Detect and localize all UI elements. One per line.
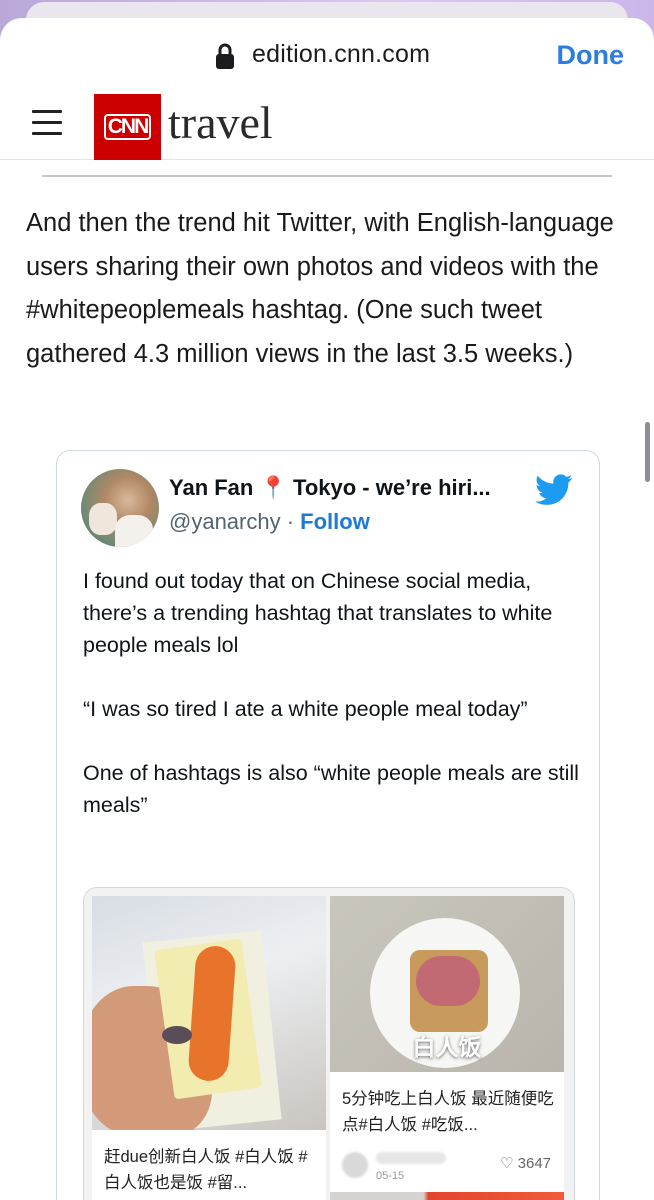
- media-meta-2: 05-15 ♡ 3647: [342, 1148, 557, 1188]
- media-photo-1: [92, 896, 326, 1130]
- hamburger-menu-icon[interactable]: [32, 110, 62, 136]
- tweet-author[interactable]: Yan Fan 📍 Tokyo - we’re hiri...: [169, 475, 491, 501]
- handle-separator: ·: [280, 509, 301, 534]
- article-paragraph: And then the trend hit Twitter, with Eng…: [26, 209, 614, 368]
- post-date: 05-15: [376, 1170, 405, 1182]
- scroll-indicator[interactable]: [645, 422, 650, 482]
- tweet-handle[interactable]: @yanarchy: [169, 509, 281, 534]
- tweet-text: I found out today that on Chinese social…: [83, 569, 579, 817]
- media-card-2[interactable]: 白人饭 5分钟吃上白人饭 最近随便吃点#白人饭 #吃饭... 05-15 ♡ 3…: [330, 896, 564, 1196]
- section-title[interactable]: travel: [168, 96, 273, 149]
- media-card-1[interactable]: 赶due创新白人饭 #白人饭 #白人饭也是饭 #留...: [92, 896, 326, 1200]
- cnn-logo[interactable]: CNN: [94, 94, 161, 160]
- location-pin-icon: 📍: [259, 475, 287, 500]
- cnn-logo-text: CNN: [103, 114, 152, 140]
- done-button[interactable]: Done: [557, 40, 625, 71]
- embedded-tweet[interactable]: Yan Fan 📍 Tokyo - we’re hiri... @yanarch…: [56, 450, 600, 1200]
- site-header: CNN travel: [0, 92, 654, 160]
- blurred-username: [376, 1152, 446, 1164]
- tweet-handle-line: @yanarchy · Follow: [169, 509, 370, 535]
- media-photo-2: 白人饭: [330, 896, 564, 1072]
- author-name: Yan Fan: [169, 475, 254, 500]
- media-card-4-partial: [330, 1192, 564, 1200]
- media-caption-1: 赶due创新白人饭 #白人饭 #白人饭也是饭 #留...: [104, 1148, 308, 1192]
- url-bar: edition.cnn.com Done: [0, 18, 654, 96]
- like-count: ♡ 3647: [500, 1155, 551, 1172]
- avatar[interactable]: [81, 469, 159, 547]
- media-caption-2: 5分钟吃上白人饭 最近随便吃点#白人饭 #吃饭...: [342, 1090, 554, 1134]
- follow-button[interactable]: Follow: [300, 509, 370, 534]
- twitter-bird-icon[interactable]: [535, 473, 573, 507]
- media-overlay-label: 白人饭: [412, 1034, 482, 1060]
- divider: [42, 175, 612, 177]
- browser-sheet: edition.cnn.com Done CNN travel And then…: [0, 18, 654, 1200]
- author-location: Tokyo - we’re hiri...: [293, 475, 491, 500]
- tweet-media[interactable]: 赶due创新白人饭 #白人饭 #白人饭也是饭 #留... 白人饭 5分钟吃上白人…: [83, 887, 575, 1200]
- blurred-avatar: [342, 1152, 368, 1178]
- url-text[interactable]: edition.cnn.com: [252, 40, 430, 69]
- lock-icon: [216, 43, 234, 69]
